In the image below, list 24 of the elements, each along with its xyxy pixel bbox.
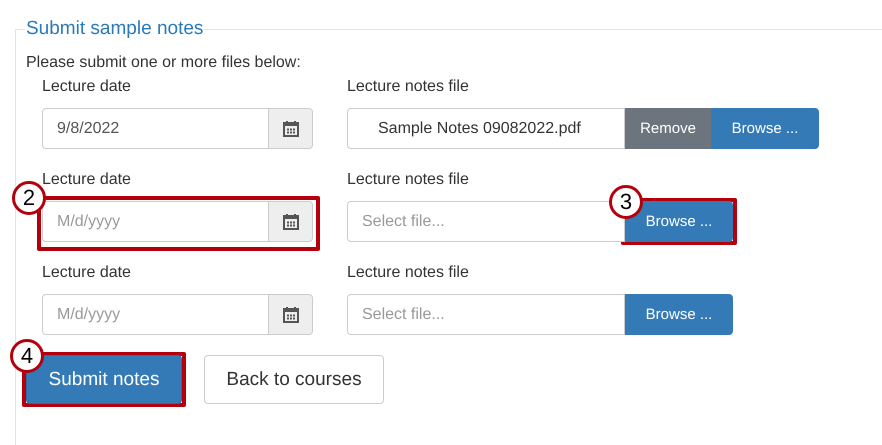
instructions-text: Please submit one or more files below: — [26, 54, 302, 72]
calendar-button[interactable] — [269, 108, 313, 149]
browse-button[interactable]: Browse ... — [625, 294, 733, 335]
field-label: Lecture notes file — [347, 78, 470, 96]
calendar-icon — [282, 213, 298, 230]
remove-button[interactable]: Remove — [625, 108, 711, 149]
date-field[interactable]: M/d/yyyy — [42, 201, 269, 242]
field-label: Lecture date — [42, 78, 132, 96]
field-label: Lecture date — [42, 264, 132, 282]
back-button[interactable]: Back to courses — [204, 355, 384, 404]
calendar-icon — [282, 120, 298, 137]
date-field[interactable]: 9/8/2022 — [42, 108, 269, 149]
field-label: Lecture notes file — [347, 171, 470, 189]
field-label: Lecture notes file — [347, 264, 470, 282]
calendar-button[interactable] — [269, 294, 313, 335]
calendar-button[interactable] — [269, 201, 313, 242]
step-number: 3 — [609, 185, 643, 219]
section-title: Submit sample notes — [25, 18, 204, 40]
file-field[interactable]: Sample Notes 09082022.pdf — [347, 108, 625, 149]
date-field[interactable]: M/d/yyyy — [42, 294, 269, 335]
step-number: 4 — [10, 339, 44, 373]
file-field[interactable]: Select file... — [347, 294, 625, 335]
calendar-icon — [282, 306, 298, 323]
browse-button[interactable]: Browse ... — [711, 108, 819, 149]
